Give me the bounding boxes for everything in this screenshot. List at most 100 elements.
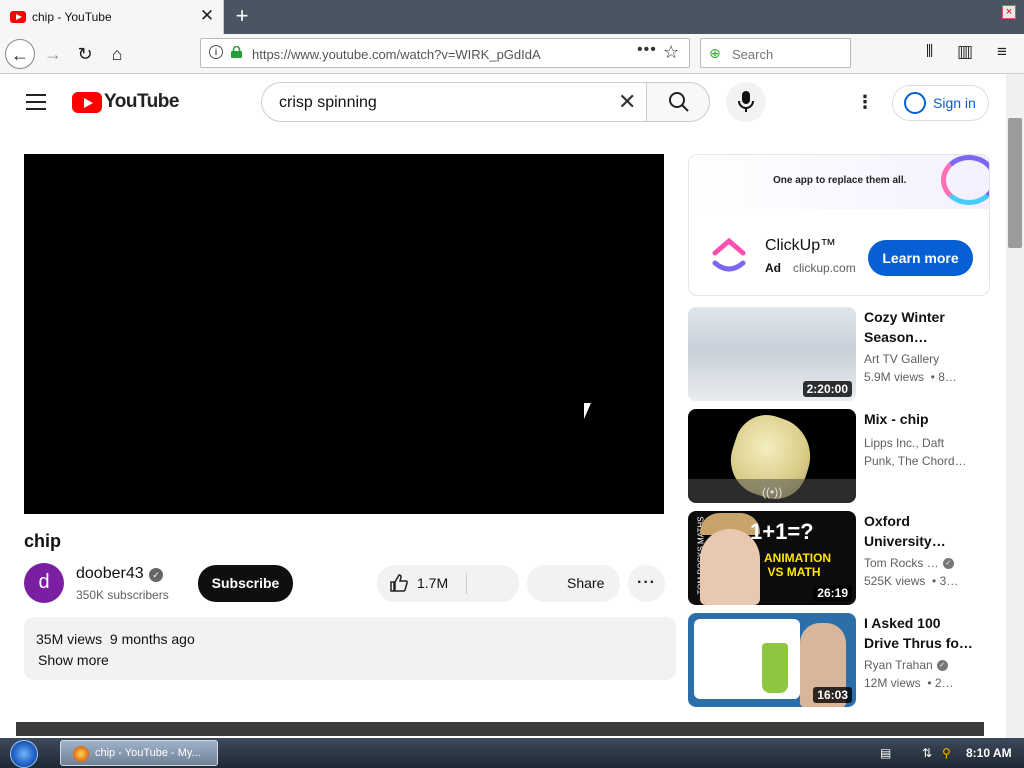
like-dislike-group: 1.7M bbox=[377, 565, 519, 602]
thumb-caption: ANIMATION VS MATH bbox=[764, 551, 832, 579]
recommendation-title[interactable]: Oxford University… bbox=[864, 511, 974, 551]
clickup-ring-graphic bbox=[941, 155, 989, 205]
share-button[interactable]: Share bbox=[527, 565, 620, 602]
more-actions-button[interactable]: ··· bbox=[628, 565, 665, 602]
page-actions-icon[interactable]: ••• bbox=[637, 41, 657, 59]
recommendation-item[interactable]: 16:03 I Asked 100 Drive Thrus fo… Ryan T… bbox=[688, 613, 990, 707]
channel-name-text: Ryan Trahan bbox=[864, 658, 933, 672]
bookmark-star-icon[interactable]: ☆ bbox=[663, 42, 679, 63]
info-icon[interactable]: i bbox=[209, 45, 223, 59]
menu-icon[interactable]: ≡ bbox=[997, 42, 1007, 62]
like-divider bbox=[466, 573, 467, 594]
tab-title: chip - YouTube bbox=[32, 10, 112, 24]
video-thumbnail[interactable]: 2:20:00 bbox=[688, 307, 856, 401]
youtube-logo-icon[interactable] bbox=[72, 92, 102, 113]
channel-name[interactable]: doober43 bbox=[76, 565, 144, 583]
search-button[interactable] bbox=[646, 82, 710, 122]
library-icon[interactable]: ⫴ bbox=[926, 42, 933, 62]
recommendation-title[interactable]: I Asked 100 Drive Thrus fo… bbox=[864, 613, 974, 653]
vertical-scrollbar[interactable] bbox=[1006, 74, 1024, 738]
network-icon[interactable]: ⇅ bbox=[922, 746, 932, 760]
recommendation-title[interactable]: Mix - chip bbox=[864, 409, 974, 429]
window-close-button[interactable]: × bbox=[1002, 5, 1016, 19]
browser-tab-active[interactable]: chip - YouTube ✕ bbox=[0, 0, 224, 34]
os-taskbar: chip - YouTube - My... ▤ ⇅ ⚲ 8:10 AM bbox=[0, 738, 1024, 768]
search-tray-icon[interactable]: ⚲ bbox=[942, 746, 951, 760]
taskbar-window-button[interactable]: chip - YouTube - My... bbox=[60, 740, 218, 766]
search-query: crisp spinning bbox=[279, 94, 377, 111]
search-input[interactable]: crisp spinning ✕ bbox=[261, 82, 647, 122]
thumbs-up-icon[interactable] bbox=[389, 573, 409, 593]
recommendation-title[interactable]: Cozy Winter Season… bbox=[864, 307, 974, 347]
duration-badge: 26:19 bbox=[813, 585, 852, 601]
sidebar-icon[interactable]: ▥ bbox=[957, 42, 973, 62]
clock[interactable]: 8:10 AM bbox=[966, 746, 1012, 760]
verified-badge-icon: ✓ bbox=[942, 558, 954, 570]
recommendation-item[interactable]: 2:20:00 Cozy Winter Season… Art TV Galle… bbox=[688, 307, 990, 401]
show-more-link[interactable]: Show more bbox=[38, 652, 109, 668]
keyboard-icon[interactable]: ▤ bbox=[880, 746, 891, 760]
youtube-logo-text[interactable]: YouTube bbox=[104, 91, 179, 113]
address-bar[interactable]: i https://www.youtube.com/watch?v=WIRK_p… bbox=[200, 38, 690, 68]
browser-search-field[interactable]: ⊕ Search bbox=[700, 38, 851, 68]
mouse-cursor-icon bbox=[584, 403, 598, 419]
duration-badge: 2:20:00 bbox=[802, 381, 852, 397]
recommendation-views: 525K views • 3… bbox=[864, 574, 959, 588]
voice-search-button[interactable] bbox=[726, 82, 766, 122]
subscribe-button[interactable]: Subscribe bbox=[198, 565, 293, 602]
start-button[interactable] bbox=[10, 740, 38, 768]
ad-tagline: One app to replace them all. bbox=[773, 175, 907, 186]
clear-search-icon[interactable]: ✕ bbox=[618, 89, 636, 115]
video-player[interactable] bbox=[24, 154, 664, 514]
recommendation-item[interactable]: TOM ROCKS MATHS 1+1=? ANIMATION VS MATH … bbox=[688, 511, 990, 605]
lock-icon bbox=[231, 46, 242, 58]
recommendation-channel[interactable]: Art TV Gallery bbox=[864, 352, 939, 366]
learn-more-button[interactable]: Learn more bbox=[868, 240, 973, 276]
share-label: Share bbox=[567, 575, 605, 591]
ad-advertiser-name: ClickUp™ bbox=[765, 237, 837, 254]
new-tab-button[interactable]: + bbox=[230, 4, 254, 28]
view-count-date: 35M views 9 months ago bbox=[36, 631, 195, 647]
ad-separator: · bbox=[775, 261, 779, 275]
microphone-icon bbox=[738, 91, 754, 112]
taskbar-window-label: chip - YouTube - My... bbox=[95, 747, 201, 759]
search-engine-icon: ⊕ bbox=[709, 45, 721, 61]
horizontal-scrollbar[interactable] bbox=[16, 722, 984, 736]
recommendation-views: 5.9M views • 8… bbox=[864, 370, 957, 384]
video-thumbnail[interactable]: 16:03 bbox=[688, 613, 856, 707]
sign-in-button[interactable]: Sign in bbox=[892, 85, 989, 121]
settings-kebab-icon[interactable]: ⋮ bbox=[856, 92, 874, 112]
back-button[interactable]: ← bbox=[5, 39, 35, 69]
home-button[interactable]: ⌂ bbox=[102, 39, 132, 69]
channel-avatar[interactable]: d bbox=[24, 563, 64, 603]
browser-navigation-bar: ← → ↻ ⌂ i https://www.youtube.com/watch?… bbox=[0, 34, 1024, 74]
forward-button[interactable]: → bbox=[38, 39, 68, 69]
verified-badge-icon: ✓ bbox=[936, 660, 948, 672]
video-thumbnail[interactable]: ((•)) bbox=[688, 409, 856, 503]
guide-menu-icon[interactable] bbox=[26, 94, 46, 110]
recommendation-item[interactable]: ((•)) Mix - chip Lipps Inc., Daft Punk, … bbox=[688, 409, 990, 503]
url-text[interactable]: https://www.youtube.com/watch?v=WIRK_pGd… bbox=[252, 47, 541, 62]
recommendation-channel[interactable]: Ryan Trahan ✓ bbox=[864, 658, 948, 672]
channel-name-text: Tom Rocks … bbox=[864, 556, 939, 570]
mix-broadcast-icon: ((•)) bbox=[762, 485, 783, 499]
like-count[interactable]: 1.7M bbox=[417, 575, 448, 591]
thumb-equation: 1+1=? bbox=[750, 519, 814, 544]
search-placeholder: Search bbox=[732, 47, 774, 62]
video-thumbnail[interactable]: TOM ROCKS MATHS 1+1=? ANIMATION VS MATH … bbox=[688, 511, 856, 605]
recommendation-views: 12M views • 2… bbox=[864, 676, 954, 690]
scrollbar-thumb[interactable] bbox=[1008, 118, 1022, 248]
sidebar-ad[interactable]: One app to replace them all. ClickUp™ Ad… bbox=[688, 154, 990, 296]
description-box[interactable]: 35M views 9 months ago Show more bbox=[24, 617, 676, 680]
reload-button[interactable]: ↻ bbox=[70, 39, 100, 69]
duration-badge: 16:03 bbox=[813, 687, 852, 703]
sign-in-label: Sign in bbox=[933, 95, 976, 111]
youtube-favicon-icon bbox=[10, 11, 26, 23]
verified-badge-icon: ✓ bbox=[149, 568, 163, 582]
recommendation-channel[interactable]: Tom Rocks … ✓ bbox=[864, 556, 954, 570]
close-tab-icon[interactable]: ✕ bbox=[198, 6, 216, 26]
clickup-logo-icon bbox=[712, 237, 746, 272]
browser-tab-strip: chip - YouTube ✕ + × bbox=[0, 0, 1024, 34]
recommendation-channel[interactable]: Lipps Inc., Daft Punk, The Chord… bbox=[864, 434, 974, 470]
video-title: chip bbox=[24, 531, 62, 551]
